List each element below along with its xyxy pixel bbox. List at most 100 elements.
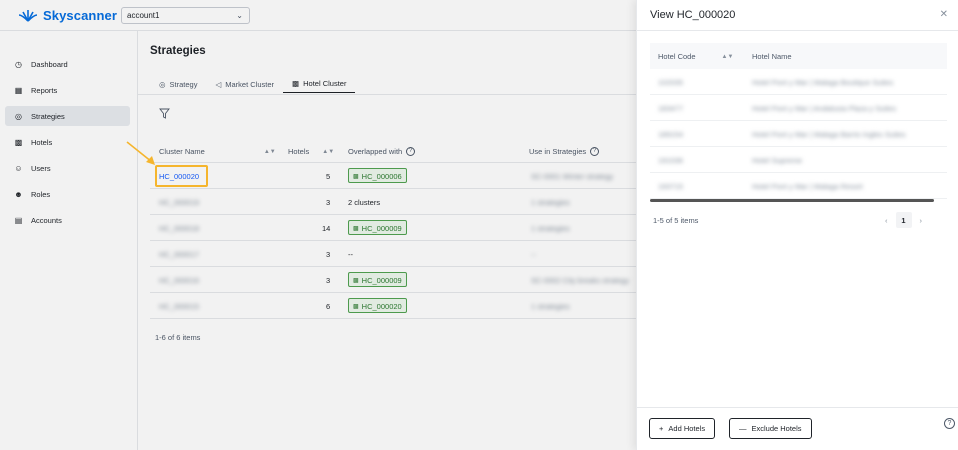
tab-strategy[interactable]: ◎ Strategy <box>150 75 206 93</box>
help-icon[interactable]: ? <box>944 418 955 429</box>
button-label: Exclude Hotels <box>751 424 802 433</box>
overlap-tag-label: HC_000009 <box>361 276 402 285</box>
logo-text: Skyscanner <box>43 8 117 23</box>
tab-label: Hotel Cluster <box>303 79 347 88</box>
hotel-icon: ▩ <box>353 174 359 180</box>
strategies-value: -- <box>531 250 536 259</box>
strategies-value: 1 strategies <box>531 198 570 207</box>
sidebar-item-roles[interactable]: ☻ Roles <box>5 184 130 204</box>
cluster-name-link[interactable]: HC_000018 <box>159 224 199 233</box>
sidebar-item-strategies[interactable]: ◎ Strategies <box>5 106 130 126</box>
strategies-value: 1 strategies <box>531 224 570 233</box>
sidebar-item-label: Hotels <box>31 137 53 147</box>
drawer-divider <box>637 30 958 31</box>
overlap-tag[interactable]: ▩ HC_000009 <box>348 220 407 235</box>
hotel-icon: ▩ <box>353 304 359 310</box>
cluster-name-link[interactable]: HC_000015 <box>159 302 199 311</box>
hotel-name: Hotel Pont y Mar | Malaga Barrio Ingles … <box>752 130 906 139</box>
overlap-tag-label: HC_000006 <box>361 172 402 181</box>
hotel-code: 193715 <box>658 182 684 191</box>
sidebar-item-label: Strategies <box>31 111 65 121</box>
sidebar-item-label: Accounts <box>31 215 62 225</box>
help-circle-icon[interactable]: ? <box>590 147 600 156</box>
hotel-cluster-tab-icon: ▩ <box>292 79 300 88</box>
sidebar-item-users[interactable]: ☺ Users <box>5 158 130 178</box>
table-row: 193715 Hotel Pont y Mar | Malaga Resort <box>650 173 947 199</box>
minus-icon: — <box>739 424 747 433</box>
sidebar-item-label: Reports <box>31 85 58 95</box>
strategies-value: SC-0001 Winter strategy <box>531 172 614 181</box>
hotels-count: 3 <box>326 198 331 207</box>
chevron-down-icon: ⌄ <box>236 11 243 20</box>
hotel-code: 183477 <box>658 104 684 113</box>
overlap-tag-label: HC_000009 <box>361 224 402 233</box>
tab-hotel-cluster[interactable]: ▩ Hotel Cluster <box>283 75 356 93</box>
logo[interactable]: Skyscanner <box>18 8 117 23</box>
help-circle-icon[interactable]: ? <box>406 147 416 156</box>
skyscanner-logo-icon <box>18 9 38 22</box>
hotel-code: 102035 <box>658 78 684 87</box>
sort-icon[interactable]: ▲▼ <box>722 54 734 60</box>
view-cluster-drawer: View HC_000020 ✕ Hotel Code ▲▼ Hotel Nam… <box>636 0 958 450</box>
market-cluster-tab-icon: ◁ <box>215 79 222 89</box>
hotels-table-header: Hotel Code ▲▼ Hotel Name <box>650 43 947 69</box>
overlap-text[interactable]: 2 clusters <box>348 198 380 207</box>
overlap-tag[interactable]: ▩ HC_000009 <box>348 272 407 287</box>
col-use-in-strategies: Use in Strategies ? <box>529 147 600 156</box>
overlap-tag[interactable]: ▩ HC_000020 <box>348 298 407 313</box>
hotels-count: 5 <box>326 172 331 181</box>
account-select[interactable]: account1 ⌄ <box>121 7 250 24</box>
button-label: Add Hotels <box>668 424 706 433</box>
tab-label: Strategy <box>169 79 198 89</box>
dashboard-icon: ◷ <box>15 59 22 69</box>
account-select-value: account1 <box>127 11 160 20</box>
overlap-tag[interactable]: ▩ HC_000006 <box>348 168 407 183</box>
col-label: Hotel Name <box>752 52 792 61</box>
filter-icon[interactable] <box>159 108 170 119</box>
users-icon: ☺ <box>14 163 23 173</box>
reports-icon: ▦ <box>14 85 23 95</box>
table-row: 102035 Hotel Pont y Mar | Malaga Boutiqu… <box>650 69 947 95</box>
horizontal-scrollbar[interactable] <box>650 199 934 202</box>
col-label: Hotel Code <box>658 52 696 61</box>
sort-icon[interactable]: ▲▼ <box>264 149 276 155</box>
sort-icon[interactable]: ▲▼ <box>322 149 334 155</box>
pointer-arrow-icon <box>126 141 155 165</box>
col-label: Use in Strategies <box>529 147 587 156</box>
col-hotels[interactable]: Hotels ▲▼ <box>288 147 334 156</box>
sidebar-item-label: Dashboard <box>31 59 68 69</box>
col-hotel-code[interactable]: Hotel Code ▲▼ <box>658 52 733 61</box>
tab-market-cluster[interactable]: ◁ Market Cluster <box>206 75 283 93</box>
cluster-name-link[interactable]: HC_000019 <box>159 198 199 207</box>
col-overlapped: Overlapped with ? <box>348 147 416 156</box>
table-row: 191036 Hotel Supreme <box>650 147 947 173</box>
sidebar-item-dashboard[interactable]: ◷ Dashboard <box>5 54 130 74</box>
hotel-code: 189154 <box>658 130 684 139</box>
hotels-count: 3 <box>326 250 331 259</box>
col-label: Overlapped with <box>348 147 403 156</box>
accounts-icon: ▤ <box>14 215 23 225</box>
page-number[interactable]: 1 <box>895 212 912 228</box>
prev-page-icon[interactable]: ‹ <box>885 216 888 225</box>
sidebar-item-accounts[interactable]: ▤ Accounts <box>5 210 130 230</box>
close-icon[interactable]: ✕ <box>940 9 948 20</box>
next-page-icon[interactable]: › <box>920 216 923 225</box>
sidebar-item-reports[interactable]: ▦ Reports <box>5 80 130 100</box>
hotel-code: 191036 <box>658 156 684 165</box>
cluster-name-link[interactable]: HC_000017 <box>159 250 199 259</box>
strategies-icon: ◎ <box>15 111 22 121</box>
pagination: ‹ 1 › <box>885 212 922 228</box>
col-cluster-name[interactable]: Cluster Name ▲▼ <box>159 147 276 156</box>
hotel-icon: ▩ <box>353 226 359 232</box>
cluster-name-link[interactable]: HC_000016 <box>159 276 199 285</box>
add-hotels-button[interactable]: + Add Hotels <box>649 418 716 439</box>
sidebar-item-hotels[interactable]: ▩ Hotels <box>5 132 130 152</box>
hotel-icon: ▩ <box>353 278 359 284</box>
hotels-icon: ▩ <box>14 137 23 147</box>
hotels-count: 14 <box>322 224 331 233</box>
sidebar-item-label: Users <box>31 163 51 173</box>
exclude-hotels-button[interactable]: — Exclude Hotels <box>729 418 812 439</box>
strategies-value: 1 strategies <box>531 302 570 311</box>
table-count: 1-6 of 6 items <box>155 333 201 342</box>
hotel-name: Hotel Pont y Mar | Andalusia Plaza y Sui… <box>752 104 897 113</box>
